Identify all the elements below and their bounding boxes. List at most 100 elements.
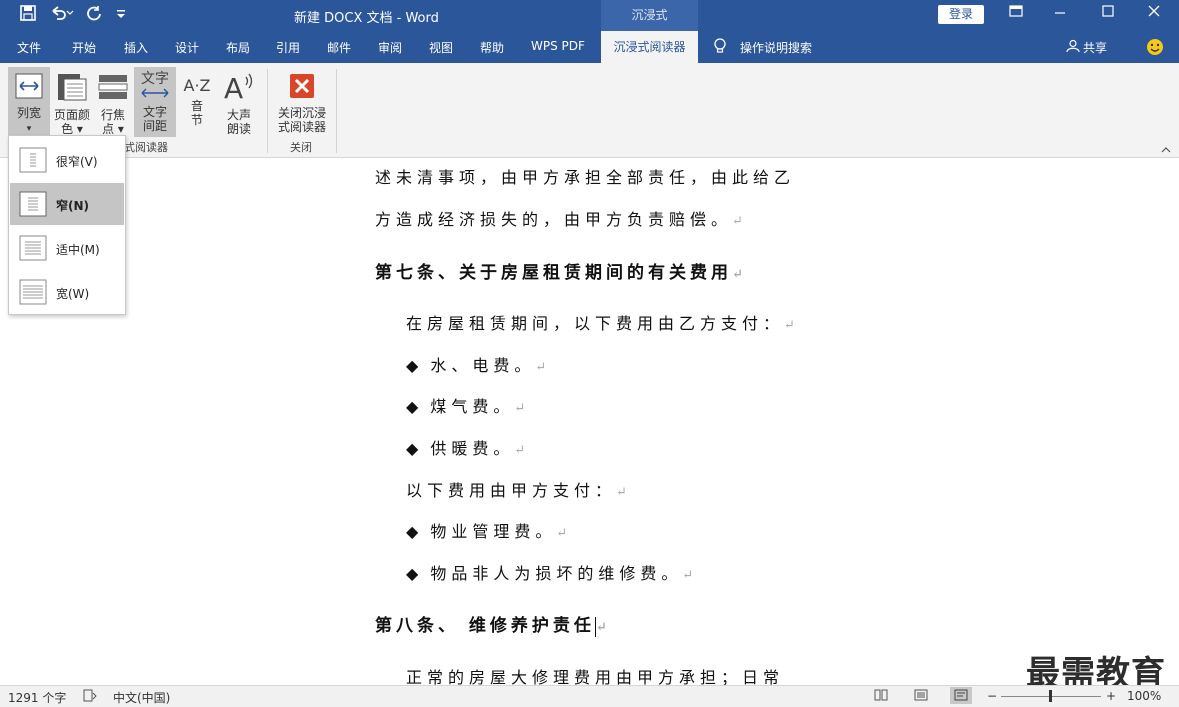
- line-focus-icon: [94, 73, 132, 104]
- tell-me-search[interactable]: 操作说明搜索: [740, 39, 812, 56]
- zoom-level[interactable]: 100%: [1127, 689, 1161, 703]
- tab-design[interactable]: 设计: [175, 39, 199, 56]
- bullet-icon: ◆: [406, 356, 419, 375]
- bullet-text: 供暖费。: [430, 439, 515, 458]
- ribbon-display-options-icon[interactable]: [1006, 5, 1026, 21]
- dropdown-item-medium[interactable]: 适中(M): [10, 227, 124, 269]
- undo-icon[interactable]: [50, 5, 74, 25]
- line-focus-button[interactable]: 行焦 点 ▾: [94, 67, 132, 137]
- zoom-slider-handle[interactable]: [1049, 690, 1052, 702]
- line-focus-label-2: 点 ▾: [102, 122, 124, 136]
- doc-text: 方造成经济损失的，由甲方负责赔偿。: [375, 210, 733, 229]
- read-aloud-label-2: 朗读: [226, 122, 251, 136]
- status-bar: 1291 个字 中文(中国) − + 100%: [0, 685, 1179, 707]
- tab-insert[interactable]: 插入: [124, 39, 148, 56]
- ribbon-immersive-reader: 列宽 ▾ 页面颜 色 ▾ 行焦 点 ▾ 文字 文字 间距 A·Z 音 节 A 大…: [0, 63, 1179, 158]
- print-layout-icon[interactable]: [914, 689, 928, 704]
- column-width-icon: [8, 73, 50, 102]
- bullet-text: 水、电费。: [430, 356, 536, 375]
- tab-immersive-reader[interactable]: 沉浸式阅读器: [601, 31, 698, 63]
- zoom-in-button[interactable]: +: [1106, 689, 1116, 703]
- text-spacing-button[interactable]: 文字 文字 间距: [134, 67, 176, 137]
- tab-file[interactable]: 文件: [17, 39, 41, 56]
- dropdown-item-narrow[interactable]: 窄(N): [10, 183, 124, 225]
- share-button[interactable]: 共享: [1083, 39, 1107, 56]
- paragraph-mark: ↵: [514, 443, 526, 458]
- doc-line: 正常的房屋大修理费用由甲方承担；日常: [406, 664, 784, 685]
- tab-home[interactable]: 开始: [72, 39, 96, 56]
- group-separator: [267, 69, 268, 153]
- doc-heading: 第八条、 维修养护责任↵: [375, 611, 607, 637]
- doc-text: 在房屋租赁期间，以下费用由乙方支付：: [406, 314, 785, 333]
- tab-review[interactable]: 审阅: [378, 39, 402, 56]
- tab-view[interactable]: 视图: [429, 39, 453, 56]
- paragraph-mark: ↵: [616, 485, 627, 500]
- zoom-out-button[interactable]: −: [987, 689, 997, 703]
- login-button[interactable]: 登录: [938, 5, 984, 24]
- doc-text: 述未清事项，由甲方承担全部责任，由此给乙: [375, 168, 796, 187]
- dropdown-item-wide[interactable]: 宽(W): [10, 271, 124, 313]
- text-spacing-label: 文字: [142, 105, 167, 119]
- narrow-icon: [19, 191, 47, 220]
- paragraph-mark: ↵: [514, 401, 526, 416]
- minimize-icon[interactable]: [1050, 5, 1070, 21]
- close-reader-label-2: 式阅读器: [277, 120, 326, 134]
- web-layout-icon[interactable]: [950, 687, 972, 704]
- paragraph-mark: ↵: [784, 318, 795, 333]
- bullet-item: ◆ 物业管理费。↵: [406, 518, 567, 542]
- redo-icon[interactable]: [86, 5, 102, 25]
- word-count[interactable]: 1291 个字: [8, 689, 66, 706]
- read-aloud-label: 大声: [226, 108, 251, 122]
- close-window-icon[interactable]: [1144, 5, 1164, 21]
- doc-line: 在房屋租赁期间，以下费用由乙方支付：↵: [406, 310, 795, 334]
- share-user-icon[interactable]: [1066, 39, 1080, 56]
- dropdown-item-label: 很窄(V): [56, 155, 98, 169]
- bullet-icon: ◆: [406, 439, 419, 458]
- dropdown-item-label: 窄(N): [56, 199, 90, 213]
- bullet-item: ◆ 煤气费。↵: [406, 393, 525, 417]
- maximize-icon[interactable]: [1098, 5, 1118, 21]
- bullet-item: ◆ 物品非人为损坏的维修费。↵: [406, 560, 693, 584]
- smiley-feedback-icon[interactable]: [1146, 38, 1164, 59]
- document-area[interactable]: 述未清事项，由甲方承担全部责任，由此给乙 方造成经济损失的，由甲方负责赔偿。↵ …: [0, 158, 1179, 685]
- tab-references[interactable]: 引用: [276, 39, 300, 56]
- language-indicator[interactable]: 中文(中国): [113, 689, 170, 706]
- doc-text: 正常的房屋大修理费用由甲方承担；日常: [406, 668, 785, 685]
- dropdown-item-very-narrow[interactable]: 很窄(V): [10, 139, 124, 181]
- tab-wps-pdf[interactable]: WPS PDF: [531, 39, 585, 53]
- text-spacing-label-2: 间距: [142, 119, 167, 133]
- paragraph-mark: ↵: [682, 568, 694, 583]
- heading-text: 第七条、关于房屋租赁期间的有关费用: [375, 263, 732, 283]
- close-reader-button[interactable]: 关闭沉浸 式阅读器: [272, 67, 332, 137]
- save-icon[interactable]: [20, 5, 36, 25]
- page-color-button[interactable]: 页面颜 色 ▾: [52, 67, 92, 137]
- group-label-immersive-reader: 式阅读器: [124, 141, 168, 154]
- page-color-label-2: 色 ▾: [61, 122, 83, 136]
- group-separator-2: [336, 69, 337, 153]
- paragraph-mark: ↵: [595, 620, 607, 635]
- syllables-icon: A·Z: [183, 76, 211, 95]
- read-mode-icon[interactable]: [874, 689, 888, 704]
- doc-heading: 第七条、关于房屋租赁期间的有关费用↵: [375, 258, 743, 283]
- text-spacing-icon: 文字: [141, 71, 169, 87]
- wide-icon: [19, 279, 47, 308]
- read-aloud-button[interactable]: A 大声 朗读: [218, 67, 260, 137]
- customize-qat-icon[interactable]: [117, 8, 125, 22]
- proofing-icon[interactable]: [83, 689, 97, 705]
- doc-line: 以下费用由甲方支付：↵: [406, 477, 627, 501]
- bullet-text: 物品非人为损坏的维修费。: [430, 564, 683, 583]
- bullet-text: 物业管理费。: [430, 522, 557, 541]
- collapse-ribbon-icon[interactable]: [1161, 143, 1171, 156]
- syllables-button[interactable]: A·Z 音 节: [178, 67, 216, 137]
- tab-layout[interactable]: 布局: [226, 39, 250, 56]
- doc-text: 以下费用由甲方支付：: [406, 481, 617, 500]
- column-width-button[interactable]: 列宽 ▾: [8, 67, 50, 137]
- tab-help[interactable]: 帮助: [480, 39, 504, 56]
- syllables-label: 音: [190, 99, 203, 113]
- title-bar: 新建 DOCX 文档 - Word 沉浸式 登录: [0, 0, 1179, 31]
- page-color-icon: [52, 73, 92, 104]
- tab-mailings[interactable]: 邮件: [327, 39, 351, 56]
- group-label-close: 关闭: [290, 141, 312, 154]
- bullet-text: 煤气费。: [430, 397, 515, 416]
- read-aloud-icon: A: [218, 71, 260, 105]
